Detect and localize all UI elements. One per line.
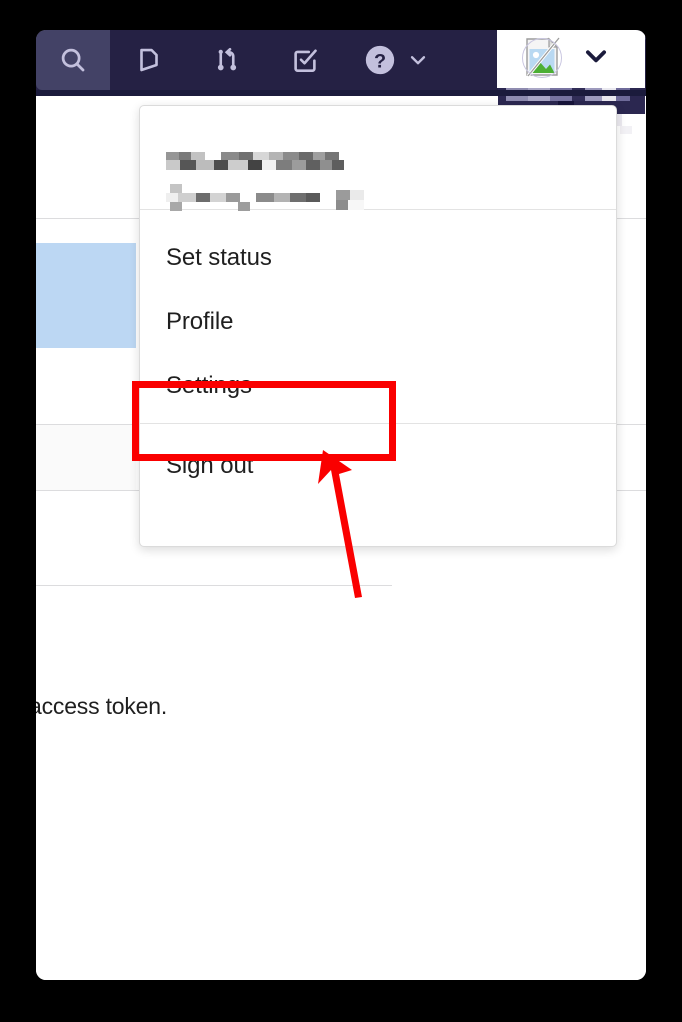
nav-help-button[interactable]: ? bbox=[344, 30, 426, 90]
section-divider bbox=[36, 585, 392, 586]
table-row-striped[interactable] bbox=[36, 425, 136, 490]
broken-image-icon bbox=[519, 35, 565, 81]
user-username-redacted bbox=[166, 184, 426, 211]
chevron-down-icon bbox=[581, 41, 611, 76]
user-identity-block bbox=[140, 106, 616, 211]
issues-icon bbox=[134, 45, 164, 75]
user-dropdown-menu: Set status Profile Settings Sign out bbox=[139, 105, 617, 547]
navbar-bottom-border bbox=[36, 90, 646, 96]
user-menu-toggle[interactable] bbox=[497, 30, 645, 88]
menu-item-label: Sign out bbox=[166, 452, 254, 479]
menu-item-set-status[interactable]: Set status bbox=[140, 226, 616, 290]
top-navigation-bar: ? bbox=[36, 30, 646, 134]
chevron-down-icon bbox=[407, 49, 429, 71]
user-display-name-redacted bbox=[166, 148, 416, 170]
todo-check-icon bbox=[290, 45, 320, 75]
menu-group-primary: Set status Profile Settings bbox=[140, 210, 616, 418]
help-icon: ? bbox=[363, 43, 397, 77]
menu-item-label: Profile bbox=[166, 308, 234, 335]
table-row-selected[interactable] bbox=[36, 243, 136, 348]
menu-item-settings[interactable]: Settings bbox=[140, 354, 616, 418]
merge-requests-icon bbox=[212, 45, 242, 75]
menu-item-label: Set status bbox=[166, 244, 272, 271]
menu-item-sign-out[interactable]: Sign out bbox=[140, 434, 616, 498]
menu-group-secondary: Sign out bbox=[140, 424, 616, 498]
nav-merge-requests-button[interactable] bbox=[188, 30, 266, 90]
avatar-ring bbox=[522, 38, 562, 78]
menu-item-profile[interactable]: Profile bbox=[140, 290, 616, 354]
nav-search-button[interactable] bbox=[36, 30, 110, 90]
nav-todos-button[interactable] bbox=[266, 30, 344, 90]
menu-item-label: Settings bbox=[166, 372, 252, 399]
access-token-text: access token. bbox=[36, 693, 168, 719]
nav-issues-button[interactable] bbox=[110, 30, 188, 90]
search-icon bbox=[58, 45, 88, 75]
browser-window: access token. ? Set status Profile Setti… bbox=[36, 30, 646, 980]
svg-text:?: ? bbox=[374, 50, 386, 72]
